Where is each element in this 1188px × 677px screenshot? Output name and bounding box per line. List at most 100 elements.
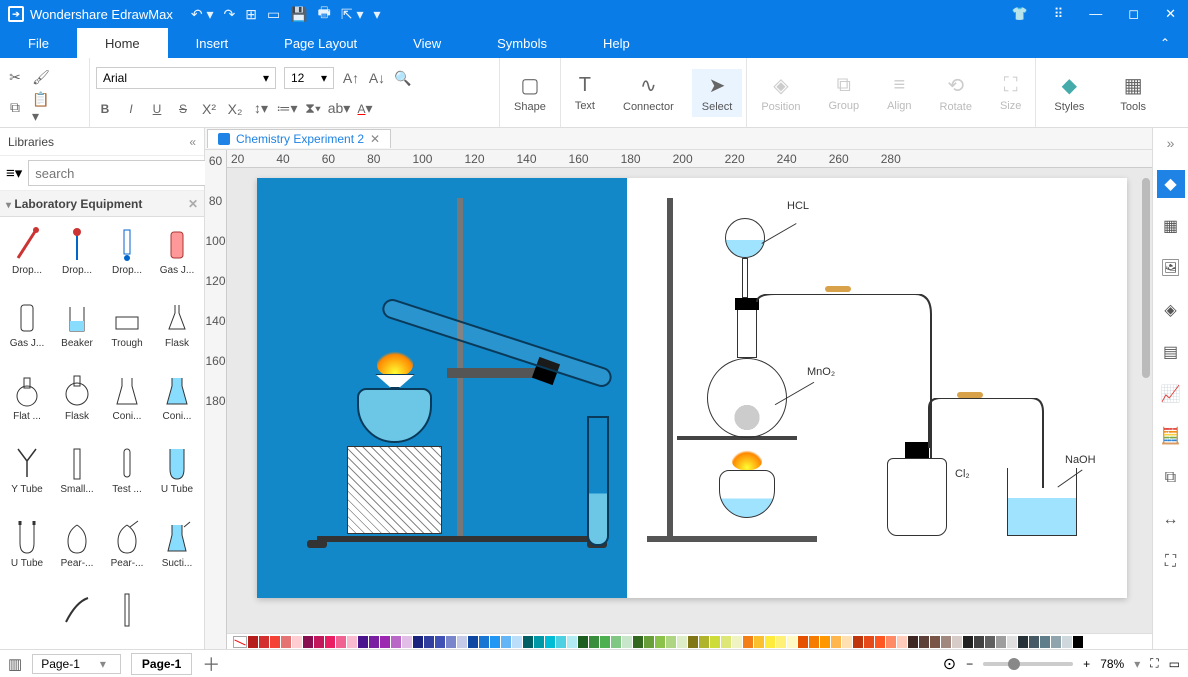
font-size-combo[interactable]: 12▾ — [284, 67, 334, 89]
shape-stencil[interactable]: Small... — [54, 440, 100, 509]
color-swatch[interactable] — [567, 636, 577, 648]
shape-stencil[interactable] — [104, 587, 150, 645]
color-swatch[interactable] — [402, 636, 412, 648]
maximize-icon[interactable]: ◻ — [1124, 4, 1143, 24]
right-collapse-icon[interactable]: » — [1167, 130, 1175, 156]
color-swatch[interactable] — [721, 636, 731, 648]
rotate-button[interactable]: ⟲Rotate — [930, 69, 982, 117]
color-swatch[interactable] — [380, 636, 390, 648]
color-swatch[interactable] — [820, 636, 830, 648]
shape-stencil[interactable]: Test ... — [104, 440, 150, 509]
color-swatch[interactable] — [336, 636, 346, 648]
color-swatch[interactable] — [556, 636, 566, 648]
color-swatch[interactable] — [281, 636, 291, 648]
outline-icon[interactable]: ▥ — [8, 655, 22, 673]
grid-icon[interactable]: ▦ — [1157, 212, 1185, 240]
color-swatch[interactable] — [391, 636, 401, 648]
color-swatch[interactable] — [963, 636, 973, 648]
color-swatch[interactable] — [1073, 636, 1083, 648]
color-swatch[interactable] — [787, 636, 797, 648]
shape-stencil[interactable]: Gas J... — [154, 221, 200, 290]
font-color-icon[interactable]: A▾ — [356, 100, 374, 118]
styles-button[interactable]: ◆Styles — [1044, 69, 1094, 117]
shape-stencil[interactable]: Beaker — [54, 294, 100, 363]
superscript-icon[interactable]: X² — [200, 100, 218, 118]
color-swatch[interactable] — [611, 636, 621, 648]
color-swatch[interactable] — [897, 636, 907, 648]
menu-insert[interactable]: Insert — [168, 28, 257, 58]
color-swatch[interactable] — [413, 636, 423, 648]
color-swatch[interactable] — [479, 636, 489, 648]
fit-width-icon[interactable]: ▭ — [1169, 657, 1180, 671]
color-swatch[interactable] — [1084, 636, 1094, 648]
apps-icon[interactable]: ⠿ — [1050, 4, 1068, 24]
document-tab[interactable]: Chemistry Experiment 2 ✕ — [207, 129, 391, 148]
color-swatch[interactable] — [512, 636, 522, 648]
menu-view[interactable]: View — [385, 28, 469, 58]
color-swatch[interactable] — [886, 636, 896, 648]
shape-stencil[interactable]: Flask — [154, 294, 200, 363]
color-swatch[interactable] — [369, 636, 379, 648]
color-swatch[interactable] — [765, 636, 775, 648]
color-swatch[interactable] — [754, 636, 764, 648]
color-swatch[interactable] — [578, 636, 588, 648]
print-icon[interactable]: 🖶 — [318, 2, 331, 26]
tools-button[interactable]: ▦Tools — [1110, 69, 1156, 117]
position-button[interactable]: ◈Position — [751, 69, 810, 117]
color-swatch[interactable] — [710, 636, 720, 648]
shape-stencil[interactable]: Pear-... — [54, 514, 100, 583]
color-swatch[interactable] — [798, 636, 808, 648]
redo-icon[interactable]: ↷ — [223, 6, 235, 23]
menu-page-layout[interactable]: Page Layout — [256, 28, 385, 58]
zoom-out-icon[interactable]: − — [966, 657, 973, 671]
menu-help[interactable]: Help — [575, 28, 658, 58]
color-swatch[interactable] — [941, 636, 951, 648]
color-swatch[interactable] — [468, 636, 478, 648]
color-swatch[interactable] — [974, 636, 984, 648]
menu-symbols[interactable]: Symbols — [469, 28, 575, 58]
shape-button[interactable]: ▢Shape — [504, 69, 556, 117]
shape-stencil[interactable]: Y Tube — [4, 440, 50, 509]
shape-stencil[interactable]: Coni... — [104, 367, 150, 436]
strike-icon[interactable]: S — [174, 100, 192, 118]
close-icon[interactable]: ✕ — [1161, 4, 1180, 24]
spreadsheet-icon[interactable]: 🧮 — [1157, 422, 1185, 450]
shape-stencil[interactable]: Flat ... — [4, 367, 50, 436]
shape-stencil[interactable]: Drop... — [104, 221, 150, 290]
color-swatch[interactable] — [644, 636, 654, 648]
color-swatch[interactable] — [622, 636, 632, 648]
no-fill-swatch[interactable] — [233, 636, 247, 648]
shape-stencil[interactable]: U Tube — [154, 440, 200, 509]
shape-stencil[interactable]: Trough — [104, 294, 150, 363]
fullscreen-icon[interactable]: ⛶ — [1157, 548, 1185, 576]
color-swatch[interactable] — [435, 636, 445, 648]
shape-stencil[interactable]: Gas J... — [4, 294, 50, 363]
bullet-icon[interactable]: ≔▾ — [278, 100, 296, 118]
color-swatch[interactable] — [303, 636, 313, 648]
color-swatch[interactable] — [655, 636, 665, 648]
color-swatch[interactable] — [424, 636, 434, 648]
connector-button[interactable]: ∿Connector — [613, 69, 684, 117]
color-swatch[interactable] — [248, 636, 258, 648]
hyperlink-icon[interactable]: ↔ — [1157, 506, 1185, 534]
tab-close-icon[interactable]: ✕ — [370, 132, 380, 146]
color-swatch[interactable] — [457, 636, 467, 648]
image-icon[interactable]: 🖼 — [1157, 254, 1185, 282]
color-swatch[interactable] — [347, 636, 357, 648]
color-swatch[interactable] — [864, 636, 874, 648]
color-swatch[interactable] — [501, 636, 511, 648]
color-swatch[interactable] — [1029, 636, 1039, 648]
add-page-icon[interactable]: ＋ — [202, 651, 220, 677]
copy-icon[interactable]: ⧉ — [6, 99, 24, 117]
color-swatch[interactable] — [1062, 636, 1072, 648]
color-swatch[interactable] — [325, 636, 335, 648]
sidebar-collapse-icon[interactable]: « — [189, 135, 196, 149]
color-swatch[interactable] — [600, 636, 610, 648]
theme-icon[interactable]: ◆ — [1157, 170, 1185, 198]
search-input[interactable] — [28, 160, 218, 186]
color-swatch[interactable] — [523, 636, 533, 648]
text-case-icon[interactable]: ab▾ — [330, 100, 348, 118]
layers-icon[interactable]: ◈ — [1157, 296, 1185, 324]
color-swatch[interactable] — [809, 636, 819, 648]
color-swatch[interactable] — [589, 636, 599, 648]
